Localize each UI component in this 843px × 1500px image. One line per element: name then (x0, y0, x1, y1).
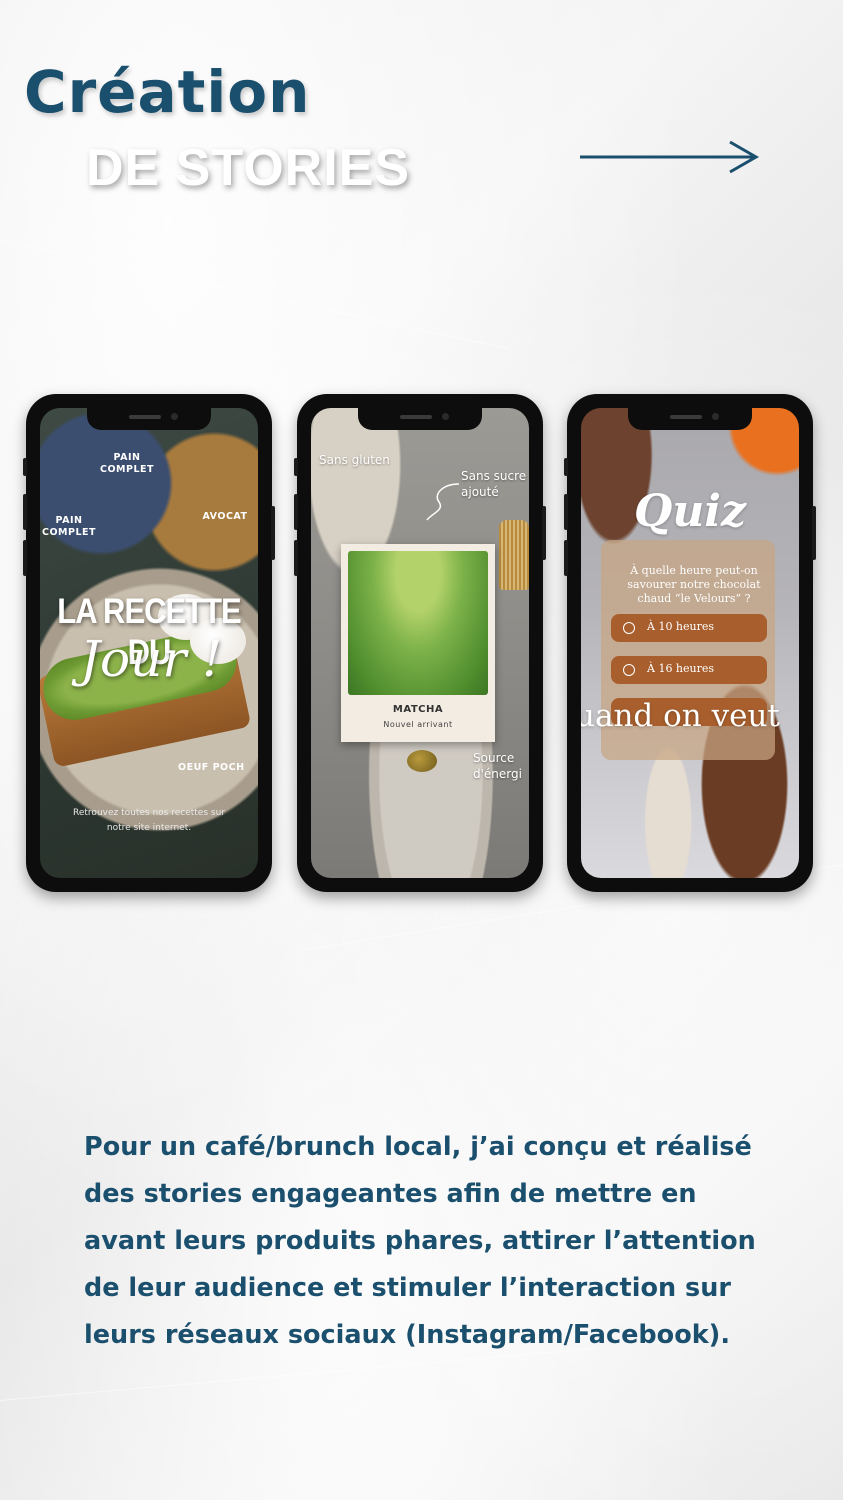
arrow-right-icon (580, 140, 760, 174)
story-screen-recette: PAIN COMPLET PAIN COMPLET AVOCAT OEUF PO… (40, 408, 258, 878)
paper-crease (0, 240, 509, 350)
note-sans-gluten: Sans gluten (319, 453, 390, 467)
product-tag: Nouvel arrivant (383, 720, 453, 729)
whisk-image (499, 520, 529, 590)
matcha-drink-image (348, 551, 488, 695)
story-footer: Retrouvez toutes nos recettes sur notre … (73, 808, 225, 833)
quiz-title: Quiz (633, 486, 747, 537)
product-name: MATCHA (392, 704, 444, 715)
phone-mockup-recette: PAIN COMPLET PAIN COMPLET AVOCAT OEUF PO… (23, 394, 275, 892)
phone-mockup-matcha: Sans gluten Sans sucre ajouté MATCHA Nou… (294, 394, 546, 892)
note-sans-sucre: Sans sucre ajouté (461, 469, 527, 499)
quiz-overlay-text: uand on veut (581, 698, 780, 734)
phone-notch (87, 408, 211, 430)
quiz-option-label: À 16 heures (647, 662, 715, 675)
radio-icon (623, 622, 635, 634)
matcha-polaroid: MATCHA Nouvel arrivant (341, 544, 495, 742)
label-pain-complet: PAIN COMPLET (100, 452, 154, 475)
page-subtitle: DE STORIES (86, 139, 411, 197)
quiz-question: À quelle heure peut-on savourer notre ch… (627, 564, 761, 605)
story-screen-matcha: Sans gluten Sans sucre ajouté MATCHA Nou… (311, 408, 529, 878)
quiz-option-label: À 10 heures (647, 620, 715, 633)
label-oeuf-poche: OEUF POCH (178, 762, 245, 773)
note-source-energie: Source d'énergi (473, 751, 522, 781)
label-avocat: AVOCAT (202, 511, 248, 522)
spoon-image (407, 750, 437, 772)
curly-arrow-icon (426, 483, 460, 521)
page-title: Création (24, 58, 311, 126)
label-pain-complet-2: PAIN COMPLET (42, 515, 96, 538)
phone-notch (358, 408, 482, 430)
project-description: Pour un café/brunch local, j’ai conçu et… (84, 1132, 756, 1350)
phone-notch (628, 408, 752, 430)
quiz-option[interactable]: À 16 heures (611, 656, 767, 684)
phone-mockup-quiz: Quiz À quelle heure peut-on savourer not… (564, 394, 816, 892)
story-script-title: Jour ! (80, 630, 223, 688)
quiz-option[interactable]: À 10 heures (611, 614, 767, 642)
story-screen-quiz: Quiz À quelle heure peut-on savourer not… (581, 408, 799, 878)
radio-icon (623, 664, 635, 676)
